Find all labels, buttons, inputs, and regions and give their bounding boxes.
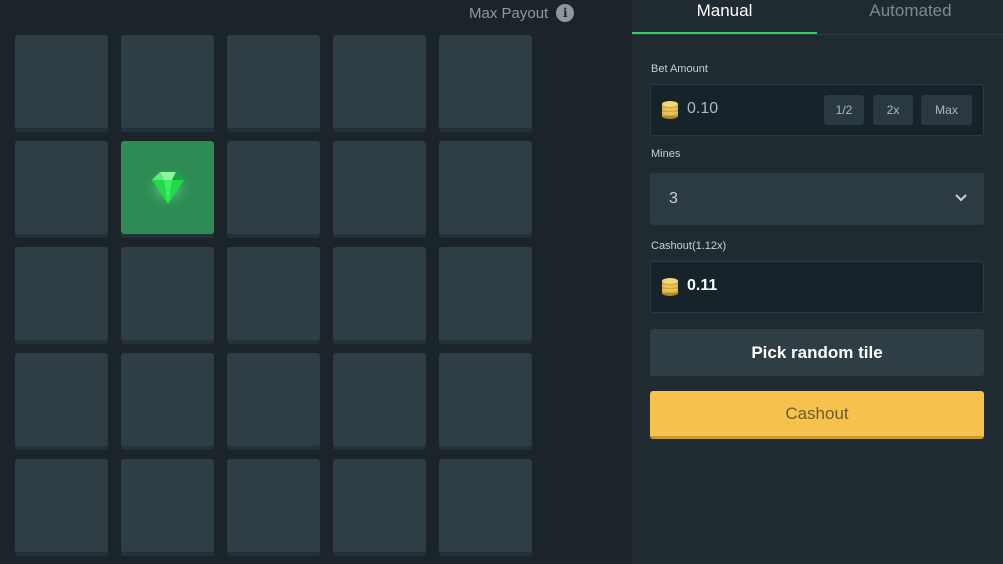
tile[interactable] (439, 35, 532, 128)
cashout-amount-value: 0.11 (687, 277, 718, 294)
bet-amount-label: Bet Amount (651, 63, 708, 75)
tile[interactable] (227, 141, 320, 234)
tile[interactable] (121, 459, 214, 552)
coin-stack-icon (662, 101, 678, 119)
tile[interactable] (227, 247, 320, 340)
pick-random-tile-button[interactable]: Pick random tile (650, 329, 984, 376)
tile[interactable] (439, 247, 532, 340)
tile[interactable] (333, 459, 426, 552)
bet-panel: Manual Automated Bet Amount 0.10 1/2 2x … (632, 0, 1003, 564)
mines-label: Mines (651, 148, 681, 160)
tile[interactable] (439, 459, 532, 552)
max-payout[interactable]: Max Payout i (469, 4, 575, 22)
tile[interactable] (15, 247, 108, 340)
bet-amount-value: 0.10 (687, 100, 719, 117)
tile[interactable] (15, 353, 108, 446)
game-area: Max Payout i (0, 0, 631, 564)
chevron-down-icon (955, 194, 967, 202)
tab-manual[interactable]: Manual (632, 0, 817, 34)
tile[interactable] (121, 353, 214, 446)
tile[interactable] (15, 35, 108, 128)
mode-tabs: Manual Automated (632, 0, 1003, 35)
tile[interactable] (121, 35, 214, 128)
tile[interactable] (333, 141, 426, 234)
tile[interactable] (333, 353, 426, 446)
info-icon[interactable]: i (556, 4, 575, 22)
bet-amount-field[interactable]: 0.10 1/2 2x Max (650, 84, 984, 136)
mines-select[interactable]: 3 (650, 173, 984, 225)
coin-stack-icon (662, 278, 678, 296)
tile[interactable] (333, 247, 426, 340)
tile[interactable] (439, 353, 532, 446)
tile[interactable] (439, 141, 532, 234)
tile[interactable] (333, 35, 426, 128)
tile[interactable] (227, 35, 320, 128)
cashout-label: Cashout(1.12x) (651, 240, 727, 252)
mines-value: 3 (669, 190, 678, 207)
tile[interactable] (227, 459, 320, 552)
tile-revealed-gem (121, 141, 214, 234)
tile[interactable] (121, 247, 214, 340)
tile[interactable] (227, 353, 320, 446)
tile[interactable] (15, 141, 108, 234)
cashout-amount-field: 0.11 (650, 261, 984, 313)
gem-icon (141, 165, 194, 210)
max-bet-button[interactable]: Max (921, 95, 972, 125)
max-payout-label: Max Payout (469, 4, 549, 22)
tile[interactable] (15, 459, 108, 552)
double-bet-button[interactable]: 2x (873, 95, 913, 125)
tab-automated[interactable]: Automated (818, 0, 1003, 33)
half-bet-button[interactable]: 1/2 (824, 95, 864, 125)
cashout-button[interactable]: Cashout (650, 391, 984, 439)
